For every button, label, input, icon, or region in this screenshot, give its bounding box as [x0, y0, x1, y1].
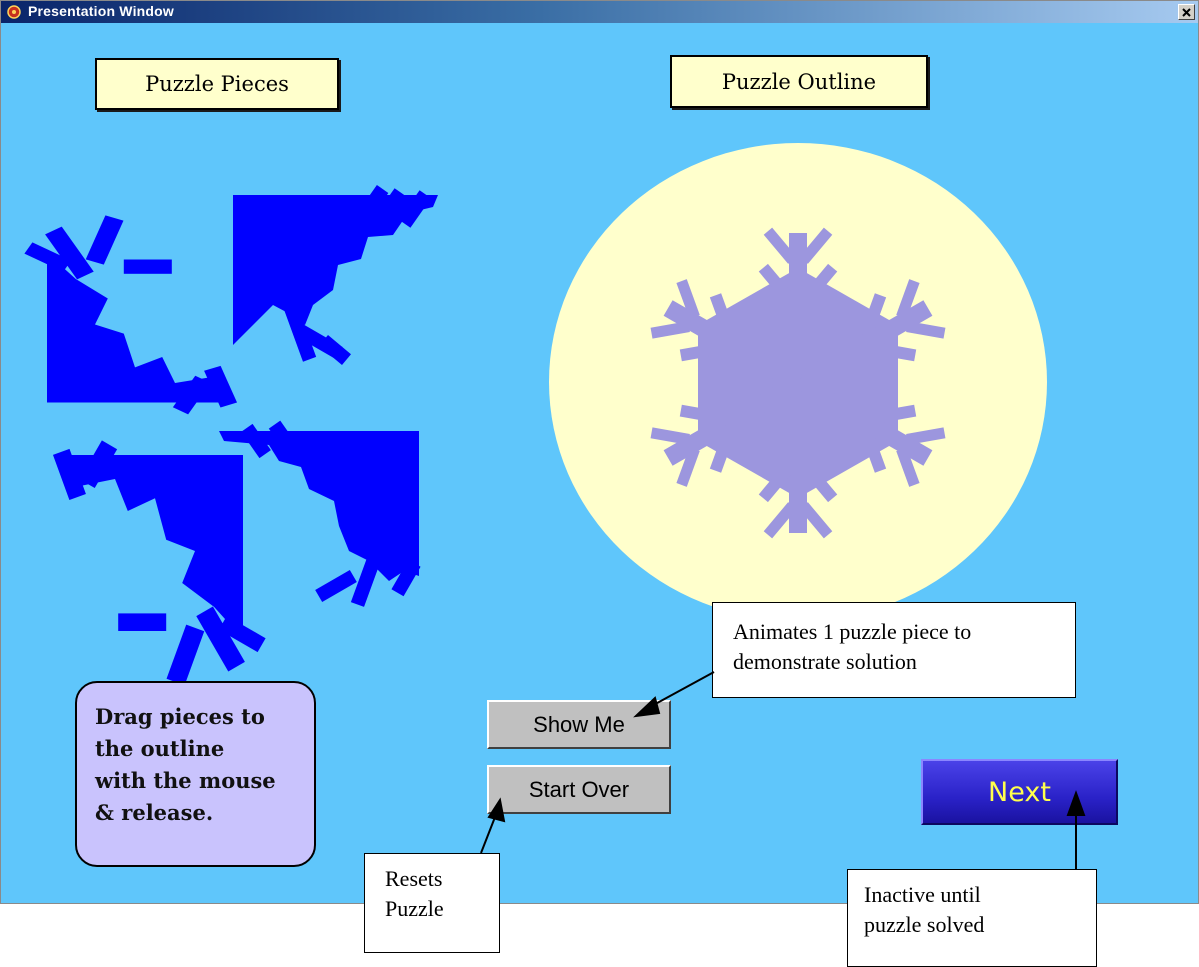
presentation-window: Presentation Window Puzzle Pieces Puzzle…	[0, 0, 1199, 904]
show-me-button[interactable]: Show Me	[487, 700, 671, 749]
puzzle-piece-1[interactable]	[24, 215, 238, 415]
next-button[interactable]: Next	[921, 759, 1118, 825]
snowflake-outline	[643, 227, 953, 539]
puzzle-piece-4[interactable]	[219, 420, 421, 607]
instructions-panel: Drag pieces to the outline with the mous…	[75, 681, 316, 867]
puzzle-piece-2[interactable]	[233, 184, 438, 366]
puzzle-piece-3[interactable]	[52, 440, 266, 686]
next-callout: Inactive until puzzle solved	[847, 869, 1097, 967]
start-over-callout: Resets Puzzle	[364, 853, 500, 953]
show-me-callout: Animates 1 puzzle piece to demonstrate s…	[712, 602, 1076, 698]
start-over-button[interactable]: Start Over	[487, 765, 671, 814]
